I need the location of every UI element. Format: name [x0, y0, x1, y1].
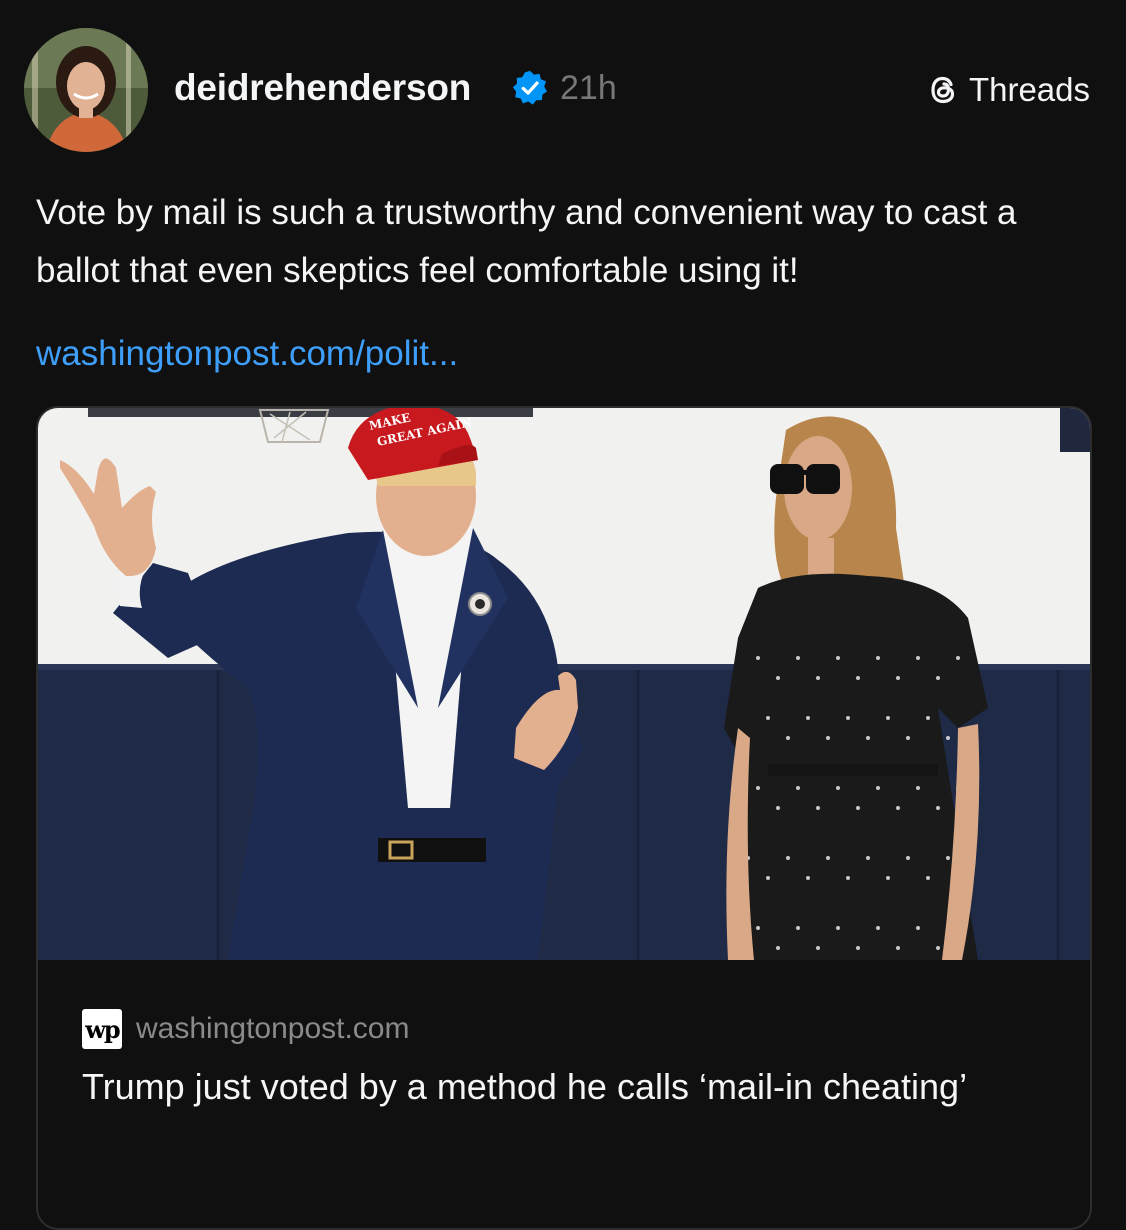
washington-post-logo-icon: wp — [82, 1009, 122, 1049]
avatar-photo — [24, 28, 148, 152]
post-link[interactable]: washingtonpost.com/polit... — [36, 328, 458, 380]
card-domain: washingtonpost.com — [136, 1012, 410, 1045]
verified-badge-icon — [512, 70, 548, 105]
threads-label: Threads — [968, 71, 1090, 108]
post-text: Vote by mail is such a trustworthy and c… — [36, 193, 1017, 290]
card-source: wp washingtonpost.com — [82, 1008, 410, 1050]
post-timestamp: 21h — [560, 69, 617, 107]
article-image: MAKE GREAT AGAIN — [38, 408, 1090, 960]
author-avatar[interactable] — [24, 28, 148, 152]
card-title[interactable]: Trump just voted by a method he calls ‘m… — [82, 1062, 1042, 1112]
link-preview-card[interactable]: MAKE GREAT AGAIN wp washingtonpost.com T… — [36, 406, 1092, 1230]
threads-brand[interactable]: Threads — [925, 66, 1090, 114]
author-username[interactable]: deidrehenderson — [174, 64, 471, 112]
threads-logo-icon — [931, 76, 955, 104]
